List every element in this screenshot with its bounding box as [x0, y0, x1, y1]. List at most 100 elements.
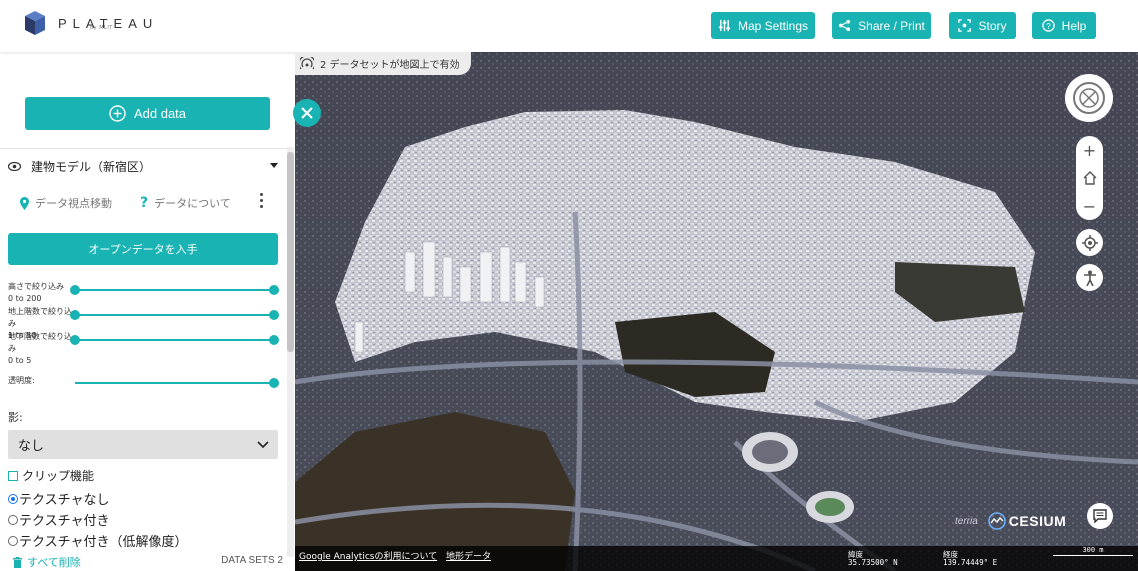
- get-open-data-label: オープンデータを入手: [88, 243, 198, 256]
- terria-logo[interactable]: terria: [955, 516, 978, 527]
- floors-below-filter-label: 地下階数で絞り込み 0 to 5: [8, 332, 72, 365]
- clip-checkbox-box[interactable]: [8, 470, 18, 481]
- about-data-link[interactable]: ? データについて: [140, 195, 231, 211]
- opacity-label: 透明度:: [8, 376, 35, 385]
- plus-icon: +: [1082, 140, 1097, 160]
- texture-low-res-radio[interactable]: テクスチャ付き（低解像度）: [8, 531, 187, 550]
- floors-below-filter-min-handle[interactable]: [70, 335, 80, 345]
- height-filter-min-handle[interactable]: [70, 285, 80, 295]
- crosshair-icon: [1081, 234, 1098, 251]
- sliders-icon: [718, 19, 731, 32]
- cesium-logo[interactable]: CESIUM: [987, 512, 1066, 530]
- share-print-button[interactable]: Share / Print: [832, 12, 931, 39]
- home-icon: [1083, 171, 1096, 185]
- shadow-label: 影:: [8, 411, 23, 424]
- help-button[interactable]: ? Help: [1032, 12, 1096, 39]
- eye-icon[interactable]: [8, 161, 21, 171]
- pedestrian-mode-button[interactable]: [1076, 264, 1103, 291]
- collapse-workbench-button[interactable]: [293, 99, 321, 127]
- svg-text:?: ?: [1046, 21, 1051, 31]
- map-credits: terria CESIUM: [955, 512, 1066, 530]
- floors-above-filter-min-handle[interactable]: [70, 310, 80, 320]
- floors-above-filter-max-handle[interactable]: [269, 310, 279, 320]
- height-filter-range: 0 to 200: [8, 294, 42, 303]
- dataset-count: DATA SETS 2: [221, 555, 283, 566]
- layer-header[interactable]: 建物モデル（新宿区）: [8, 157, 280, 175]
- zoom-out-button[interactable]: −: [1076, 192, 1103, 220]
- feedback-button[interactable]: [1087, 503, 1113, 529]
- minus-icon: −: [1082, 196, 1097, 216]
- story-label: Story: [978, 18, 1007, 33]
- zoom-in-button[interactable]: +: [1076, 136, 1103, 164]
- more-options-icon[interactable]: [259, 193, 265, 209]
- plus-circle-icon: [109, 105, 126, 122]
- chat-icon: [1093, 509, 1107, 523]
- height-filter-max-handle[interactable]: [269, 285, 279, 295]
- story-icon: [958, 19, 972, 32]
- map-status-bar: Google Analyticsの利用について 地形データ 緯度 35.7350…: [295, 546, 1138, 571]
- height-filter-slider[interactable]: [70, 285, 279, 295]
- app-header: PLATEAU by MLIT Map Settings Share / Pri…: [0, 0, 1138, 52]
- zoom-to-data-label: データ視点移動: [35, 197, 112, 210]
- longitude-readout: 経度 139.74449° E: [943, 550, 998, 567]
- help-icon: ?: [1041, 19, 1055, 32]
- home-button[interactable]: [1076, 164, 1103, 192]
- radio-dot[interactable]: [8, 514, 18, 525]
- floors-below-filter-max-handle[interactable]: [269, 335, 279, 345]
- compass-control[interactable]: [1065, 74, 1113, 122]
- texture-on-radio[interactable]: テクスチャ付き: [8, 510, 109, 529]
- plateau-logo-icon: [25, 11, 45, 35]
- active-datasets-text: 2 データセットが地図上で有効: [320, 60, 460, 71]
- floors-above-filter-slider[interactable]: [70, 310, 279, 320]
- clip-checkbox[interactable]: クリップ機能: [8, 467, 94, 484]
- floors-below-filter-range: 0 to 5: [8, 356, 32, 365]
- radio-dot[interactable]: [8, 535, 18, 546]
- plateau-logo[interactable]: PLATEAU: [24, 10, 158, 36]
- about-data-label: データについて: [154, 197, 231, 210]
- clip-label: クリップ機能: [22, 469, 95, 483]
- panel-scrollbar-thumb[interactable]: [287, 152, 294, 352]
- share-icon: [839, 19, 851, 32]
- workbench-sidebar: Add data 建物モデル（新宿区） データ視点移動 ? データについて オー…: [0, 52, 295, 571]
- shadow-select[interactable]: なし: [8, 430, 278, 459]
- map-pin-icon: [20, 196, 29, 210]
- add-data-button[interactable]: Add data: [25, 97, 270, 130]
- texture-none-radio[interactable]: テクスチャなし: [8, 489, 109, 508]
- story-button[interactable]: Story: [949, 12, 1016, 39]
- collapse-caret-icon[interactable]: [270, 163, 278, 168]
- map-settings-label: Map Settings: [737, 18, 809, 33]
- terrain-data-link[interactable]: 地形データ: [446, 549, 491, 562]
- get-open-data-button[interactable]: オープンデータを入手: [8, 233, 278, 265]
- radio-dot-selected[interactable]: [8, 493, 18, 504]
- active-datasets-indicator[interactable]: 2 データセットが地図上で有効: [295, 52, 471, 75]
- opacity-handle[interactable]: [269, 378, 279, 388]
- floors-below-filter-slider[interactable]: [70, 335, 279, 345]
- trash-icon: [13, 556, 22, 568]
- layer-title: 建物モデル（新宿区）: [31, 159, 152, 174]
- layer-panel: 建物モデル（新宿区） データ視点移動 ? データについて オープンデータを入手 …: [0, 148, 287, 553]
- person-icon: [1083, 270, 1096, 286]
- cesium-logo-icon: [987, 512, 1006, 530]
- city-3d-render[interactable]: [295, 52, 1138, 571]
- signal-icon: [300, 56, 314, 69]
- compass-icon: [1073, 82, 1105, 114]
- latitude-readout: 緯度 35.73500° N: [848, 550, 898, 567]
- logo-subtext: by MLIT: [90, 25, 113, 31]
- locate-me-button[interactable]: [1076, 229, 1103, 256]
- 3d-map-viewer[interactable]: [295, 52, 1138, 571]
- chevron-down-icon: [257, 441, 269, 449]
- remove-all-button[interactable]: すべて削除: [13, 554, 81, 570]
- share-print-label: Share / Print: [858, 18, 925, 33]
- opacity-slider[interactable]: [75, 378, 279, 388]
- remove-all-label: すべて削除: [27, 556, 81, 569]
- close-icon: [301, 107, 313, 119]
- help-label: Help: [1061, 18, 1087, 33]
- workbench-footer: すべて削除 DATA SETS 2: [0, 550, 295, 571]
- shadow-select-value: なし: [18, 439, 45, 454]
- zoom-controls: + −: [1076, 136, 1103, 220]
- question-icon: ?: [140, 195, 149, 211]
- height-filter-label: 高さで絞り込み 0 to 200: [8, 282, 64, 303]
- analytics-link[interactable]: Google Analyticsの利用について: [299, 549, 437, 562]
- zoom-to-data-link[interactable]: データ視点移動: [20, 195, 112, 211]
- map-settings-button[interactable]: Map Settings: [711, 12, 815, 39]
